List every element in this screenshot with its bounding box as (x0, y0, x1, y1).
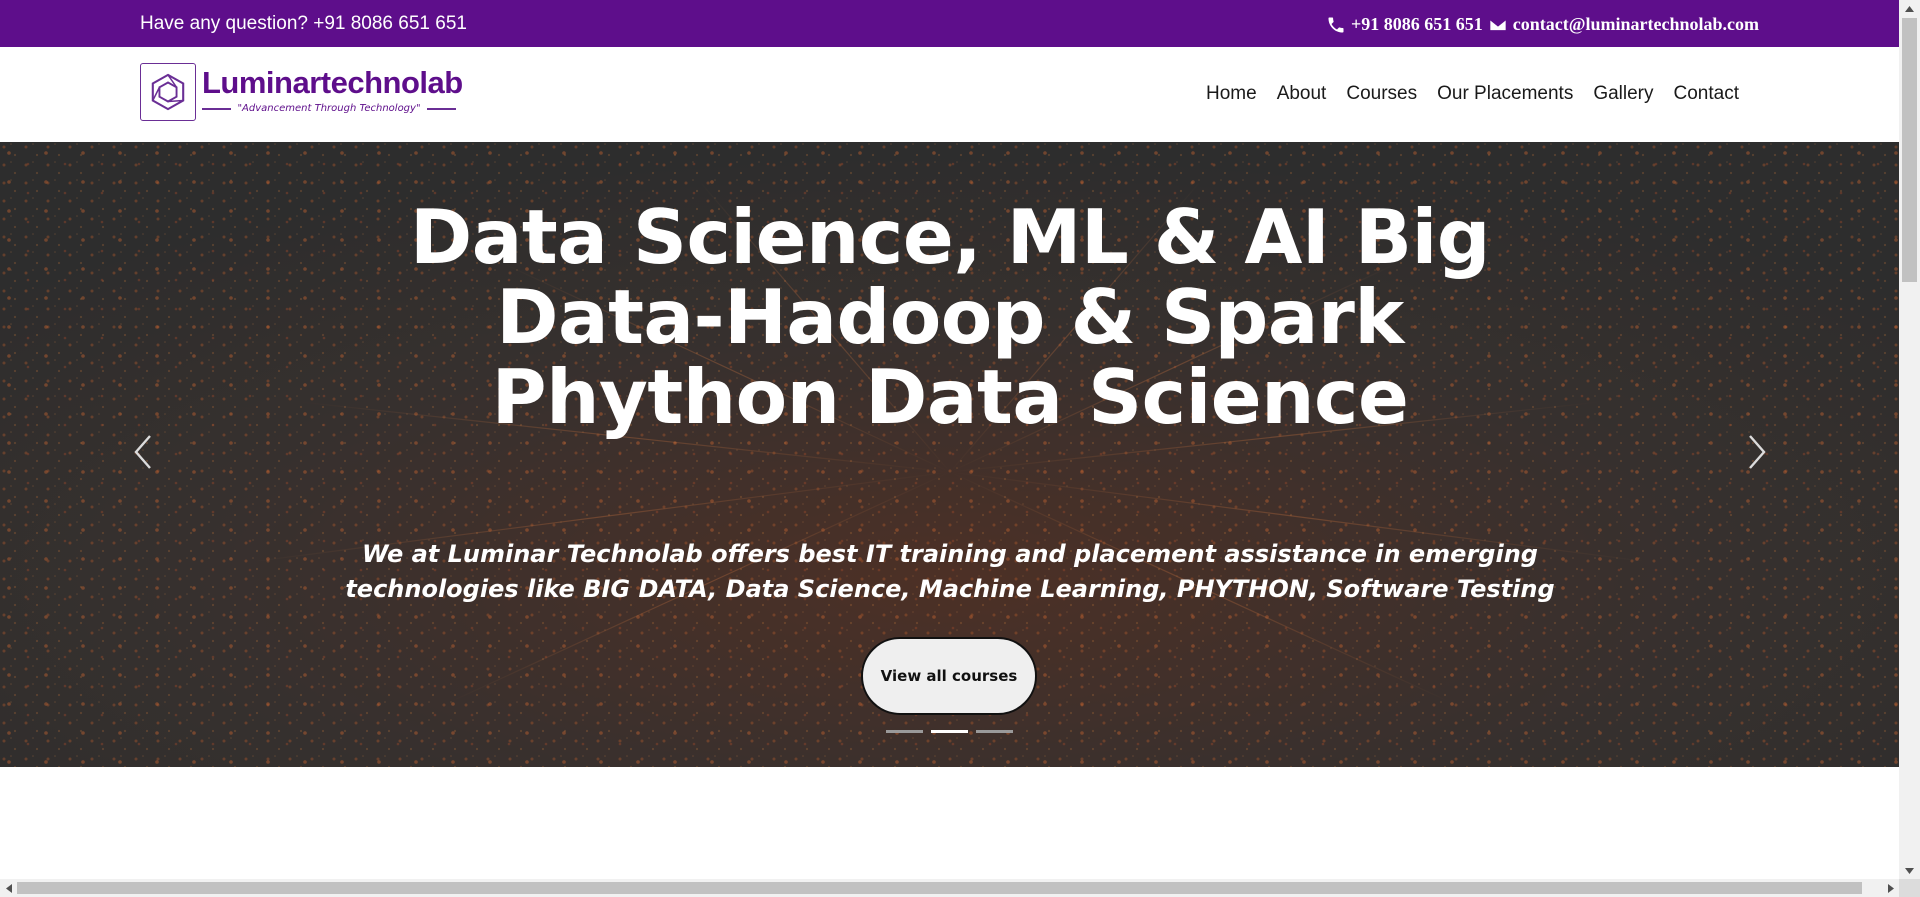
main-nav: Home About Courses Our Placements Galler… (1186, 83, 1739, 105)
hexagon-logo-icon (140, 63, 196, 121)
carousel-next-button[interactable] (1742, 432, 1772, 472)
horizontal-scrollbar[interactable] (0, 879, 1899, 897)
email-link[interactable]: contact@luminartechnolab.com (1513, 14, 1759, 35)
nav-courses[interactable]: Courses (1346, 83, 1417, 105)
tagline-text: "Advancement Through Technology" (237, 103, 421, 114)
nav-contact[interactable]: Contact (1674, 83, 1739, 105)
site-header: Luminartechnolab "Advancement Through Te… (0, 47, 1899, 142)
horizontal-scrollbar-thumb[interactable] (17, 882, 1862, 894)
carousel-indicator-2[interactable] (931, 730, 968, 733)
hero-title: Data Science, ML & AI Big Data-Hadoop & … (410, 193, 1490, 441)
phone-link[interactable]: +91 8086 651 651 (1351, 14, 1483, 35)
tagline-rule-right (426, 107, 456, 110)
carousel-prev-button[interactable] (128, 432, 158, 472)
chevron-left-icon (134, 435, 151, 469)
carousel-indicators (886, 730, 1013, 733)
phone-icon (1326, 15, 1346, 35)
nav-gallery[interactable]: Gallery (1593, 83, 1653, 105)
vertical-scrollbar-thumb[interactable] (1902, 18, 1917, 282)
brand-logo[interactable]: Luminartechnolab "Advancement Through Te… (140, 63, 463, 123)
hero-subtitle: We at Luminar Technolab offers best IT t… (345, 540, 1555, 603)
chevron-right-icon (1749, 435, 1766, 469)
scroll-left-arrow-icon[interactable] (0, 879, 17, 897)
carousel-indicator-3[interactable] (976, 730, 1013, 733)
brand-tagline: "Advancement Through Technology" (202, 103, 456, 114)
top-contact-bar: Have any question? +91 8086 651 651 +91 … (0, 0, 1899, 47)
carousel-indicator-1[interactable] (886, 730, 923, 733)
brand-name: Luminartechnolab (202, 65, 463, 100)
scrollbar-corner (1899, 879, 1920, 897)
question-text: Have any question? +91 8086 651 651 (140, 13, 467, 34)
view-all-courses-button[interactable]: View all courses (861, 637, 1037, 715)
tagline-rule-left (202, 107, 232, 110)
envelope-icon (1488, 15, 1508, 35)
page-viewport: Have any question? +91 8086 651 651 +91 … (0, 0, 1899, 879)
vertical-scrollbar[interactable] (1899, 0, 1920, 879)
nav-about[interactable]: About (1277, 83, 1327, 105)
contact-info: +91 8086 651 651 contact@luminartechnola… (1321, 14, 1759, 35)
scroll-down-arrow-icon[interactable] (1899, 862, 1920, 879)
scroll-up-arrow-icon[interactable] (1899, 0, 1920, 17)
nav-our-placements[interactable]: Our Placements (1437, 83, 1573, 105)
nav-home[interactable]: Home (1206, 83, 1257, 105)
scroll-right-arrow-icon[interactable] (1882, 879, 1899, 897)
hero-carousel: Data Science, ML & AI Big Data-Hadoop & … (0, 142, 1899, 767)
